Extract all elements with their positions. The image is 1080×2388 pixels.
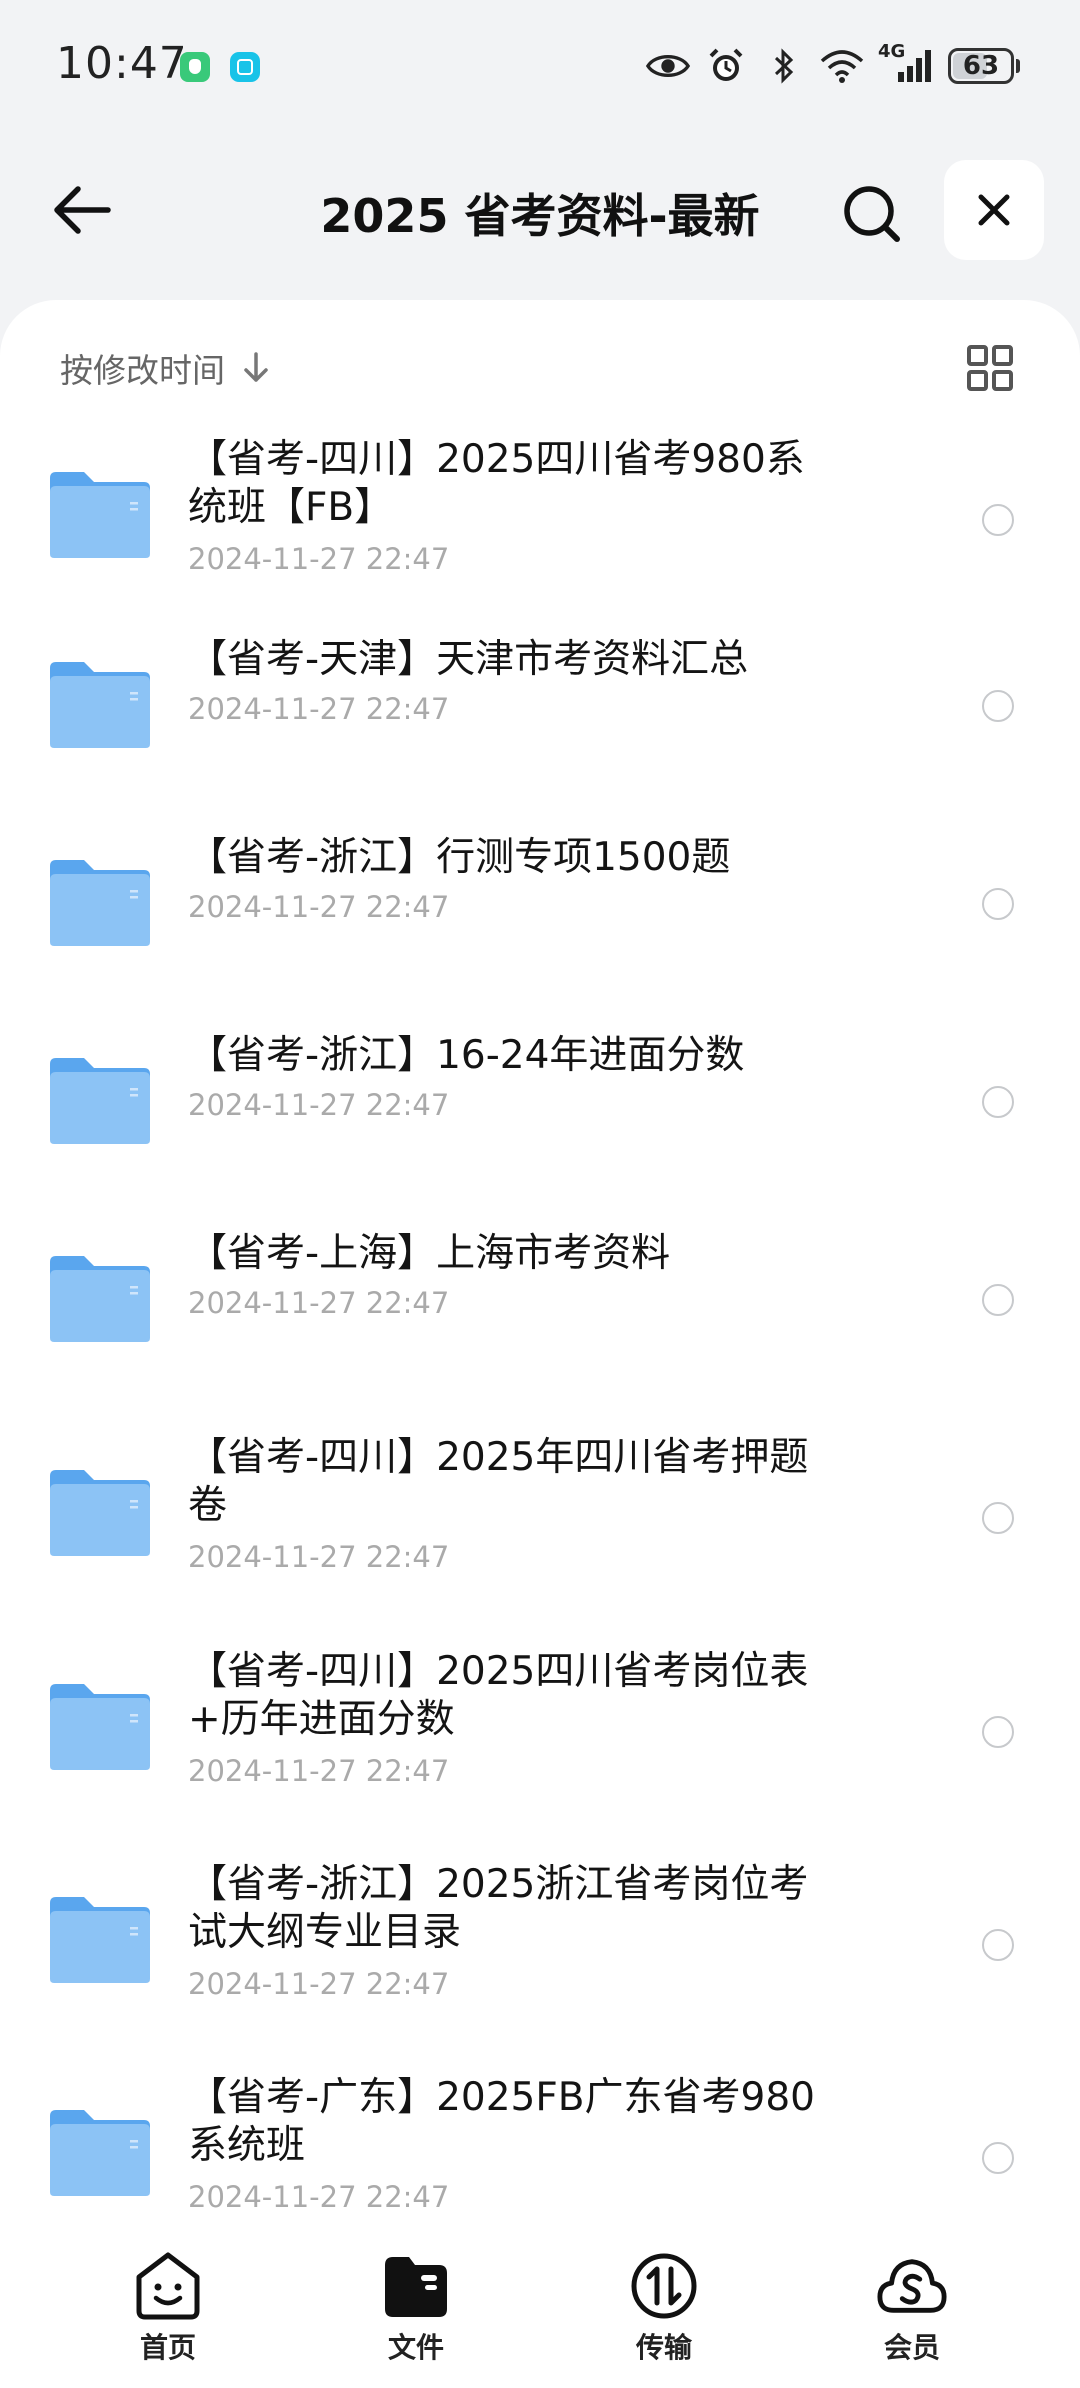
status-bar: 10:47 4G 63 (0, 0, 1080, 130)
grid-view-icon (967, 345, 1013, 391)
file-name: 【省考-浙江】2025浙江省考岗位考 试大纲专业目录 (188, 1861, 868, 1957)
list-item[interactable]: 【省考-浙江】行测专项1500题 2024-11-27 22:47 (0, 810, 1080, 1000)
smiley-home-icon (132, 2250, 204, 2322)
file-name-line: +历年进面分数 (188, 1697, 455, 1742)
folder-icon (50, 1256, 150, 1342)
file-modified-date: 2024-11-27 22:47 (188, 692, 450, 726)
file-name: 【省考-四川】2025四川省考岗位表 +历年进面分数 (188, 1648, 868, 1744)
list-item[interactable]: 【省考-四川】2025四川省考岗位表 +历年进面分数 2024-11-27 22:4… (0, 1624, 1080, 1814)
nav-tab-transfer[interactable]: 传输 (594, 2250, 734, 2366)
file-name-line: 【省考-上海】上海市考资料 (188, 1231, 671, 1276)
file-modified-date: 2024-11-27 22:47 (188, 890, 450, 924)
app-notification-icon (230, 52, 260, 82)
folder-icon (50, 1470, 150, 1556)
sort-label: 按修改时间 (60, 351, 225, 390)
search-icon (844, 186, 900, 242)
nav-tab-home[interactable]: 首页 (98, 2250, 238, 2366)
folder-icon (50, 472, 150, 558)
folder-icon (50, 860, 150, 946)
search-button[interactable] (832, 174, 912, 254)
bottom-nav: 首页 文件 传输 会员 (0, 2230, 1080, 2388)
list-item[interactable]: 【省考-四川】2025年四川省考押题卷 2024-11-27 22:47 (0, 1410, 1080, 1600)
file-name-line: 【省考-浙江】行测专项1500题 (188, 835, 731, 880)
file-name: 【省考-四川】2025四川省考980系 统班【FB】 (188, 436, 868, 532)
select-radio[interactable] (982, 2142, 1014, 2174)
file-name-line: 【省考-四川】2025四川省考980系 (188, 437, 805, 482)
select-radio[interactable] (982, 1502, 1014, 1534)
folder-icon (50, 662, 150, 748)
list-item[interactable]: 【省考-广东】2025FB广东省考980 系统班 2024-11-27 22:47 (0, 2050, 1080, 2240)
nav-label: 首页 (139, 2331, 196, 2364)
network-type: 4G (878, 41, 906, 62)
file-name: 【省考-天津】天津市考资料汇总 (188, 636, 868, 684)
file-name: 【省考-浙江】16-24年进面分数 (188, 1032, 868, 1080)
file-name: 【省考-上海】上海市考资料 (188, 1230, 868, 1278)
select-radio[interactable] (982, 1284, 1014, 1316)
nav-label: 会员 (883, 2331, 940, 2364)
battery-level: 63 (962, 51, 1000, 81)
select-radio[interactable] (982, 1086, 1014, 1118)
file-name-line: 卷 (188, 1483, 228, 1528)
cloud-vip-icon (876, 2250, 948, 2322)
file-modified-date: 2024-11-27 22:47 (188, 1088, 450, 1122)
folder-icon (50, 1684, 150, 1770)
close-button[interactable] (944, 160, 1044, 260)
file-name-line: 系统班 (188, 2123, 306, 2168)
list-item[interactable]: 【省考-浙江】2025浙江省考岗位考 试大纲专业目录 2024-11-27 22:4… (0, 1837, 1080, 2027)
battery-icon: 63 (948, 48, 1020, 84)
nav-label: 传输 (635, 2331, 692, 2364)
select-radio[interactable] (982, 1929, 1014, 1961)
arrow-down-icon (244, 352, 268, 382)
file-modified-date: 2024-11-27 22:47 (188, 542, 450, 576)
file-name-line: 试大纲专业目录 (188, 1910, 462, 1955)
file-name-line: 【省考-广东】2025FB广东省考980 (188, 2075, 815, 2120)
select-radio[interactable] (982, 1716, 1014, 1748)
select-radio[interactable] (982, 888, 1014, 920)
file-name-line: 【省考-四川】2025四川省考岗位表 (188, 1649, 809, 1694)
file-name: 【省考-广东】2025FB广东省考980 系统班 (188, 2074, 868, 2170)
list-item[interactable]: 【省考-浙江】16-24年进面分数 2024-11-27 22:47 (0, 1008, 1080, 1198)
page-title: 2025 省考资料-最新 (320, 189, 760, 243)
file-modified-date: 2024-11-27 22:47 (188, 2180, 450, 2214)
file-modified-date: 2024-11-27 22:47 (188, 1286, 450, 1320)
nav-tab-files[interactable]: 文件 (346, 2250, 486, 2366)
select-radio[interactable] (982, 504, 1014, 536)
folder-icon (380, 2250, 452, 2322)
title-bar: 2025 省考资料-最新 (0, 150, 1080, 270)
alarm-icon (704, 47, 748, 85)
file-modified-date: 2024-11-27 22:47 (188, 1754, 450, 1788)
file-name-line: 【省考-浙江】16-24年进面分数 (188, 1033, 745, 1078)
nav-label: 文件 (387, 2331, 444, 2364)
file-name-line: 【省考-天津】天津市考资料汇总 (188, 637, 749, 682)
bluetooth-icon (762, 47, 806, 85)
file-list-card: 按修改时间 【省考-四川】2025四川省考980系 统班【FB】 2024-11-2… (0, 300, 1080, 2250)
folder-icon (50, 1897, 150, 1983)
folder-icon (50, 1058, 150, 1144)
nav-tab-vip[interactable]: 会员 (842, 2250, 982, 2366)
list-item[interactable]: 【省考-四川】2025四川省考980系 统班【FB】 2024-11-27 22:4… (0, 412, 1080, 602)
file-name: 【省考-浙江】行测专项1500题 (188, 834, 868, 882)
sort-control[interactable]: 按修改时间 (60, 344, 269, 392)
list-item[interactable]: 【省考-天津】天津市考资料汇总 2024-11-27 22:47 (0, 612, 1080, 802)
folder-icon (50, 2110, 150, 2196)
wifi-icon (820, 47, 864, 85)
file-modified-date: 2024-11-27 22:47 (188, 1540, 450, 1574)
file-name-line: 【省考-浙江】2025浙江省考岗位考 (188, 1862, 809, 1907)
status-time: 10:47 (56, 38, 188, 89)
eye-icon (646, 47, 690, 85)
transfer-icon (628, 2250, 700, 2322)
close-icon (978, 194, 1010, 226)
file-name: 【省考-四川】2025年四川省考押题卷 (188, 1434, 868, 1530)
file-modified-date: 2024-11-27 22:47 (188, 1967, 450, 2001)
file-name-line: 【省考-四川】2025年四川省考押题 (188, 1435, 809, 1480)
grid-view-button[interactable] (966, 344, 1014, 392)
vpn-shield-icon (180, 52, 210, 82)
select-radio[interactable] (982, 690, 1014, 722)
list-item[interactable]: 【省考-上海】上海市考资料 2024-11-27 22:47 (0, 1206, 1080, 1396)
file-name-line: 统班【FB】 (188, 485, 394, 530)
cellular-signal-icon: 4G (878, 41, 934, 85)
